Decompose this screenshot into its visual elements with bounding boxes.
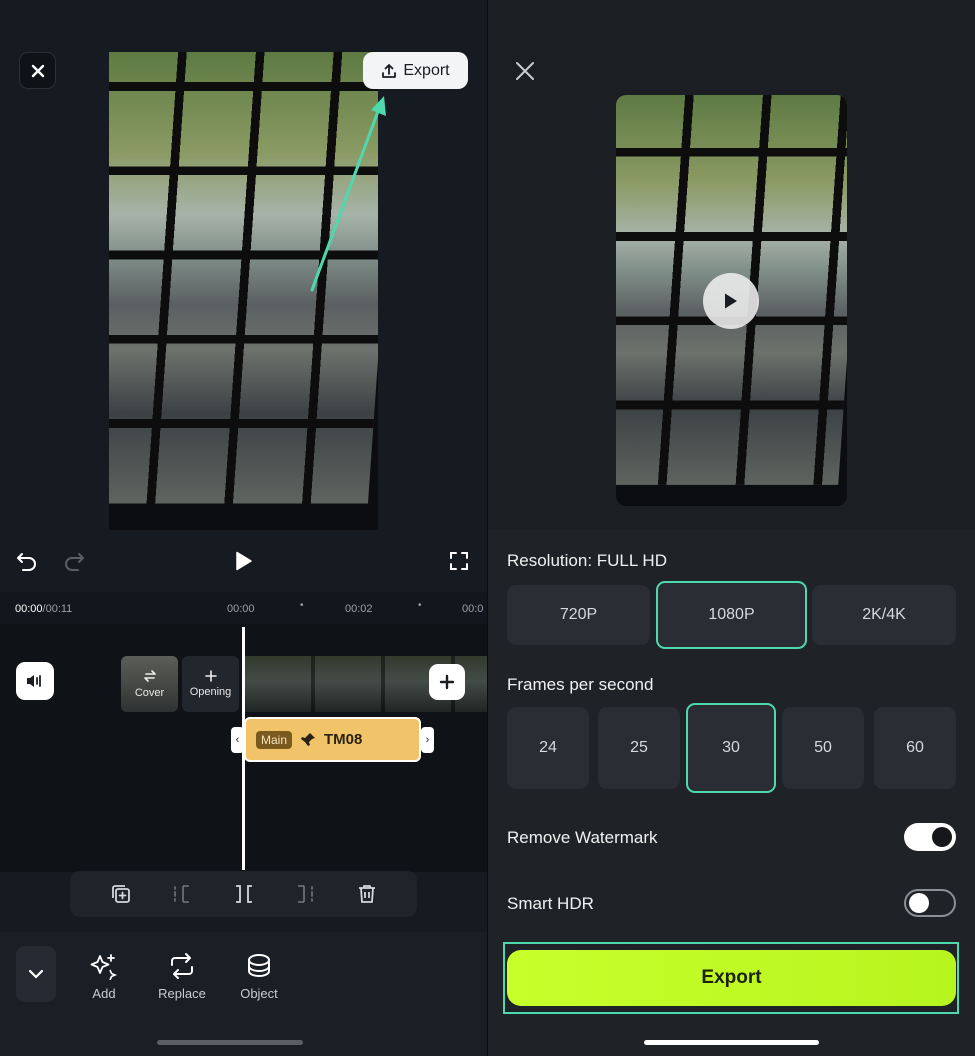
replace-tool-label: Replace — [158, 986, 206, 1001]
object-icon — [248, 954, 270, 978]
mute-button[interactable] — [16, 662, 54, 700]
home-indicator — [157, 1040, 303, 1045]
editor-panel: Export 00:00/00:11 00:00 • 00:02 • 00:0 … — [0, 0, 487, 1056]
fps-option-60[interactable]: 60 — [874, 707, 956, 789]
cover-label: Cover — [134, 687, 165, 699]
duplicate-button[interactable] — [109, 882, 133, 906]
upload-icon — [382, 63, 397, 78]
tick-dot: • — [300, 600, 304, 611]
duplicate-icon — [112, 885, 130, 903]
pointer-arrow — [310, 96, 386, 292]
tick-label: 00:02 — [345, 603, 373, 615]
timeline-ruler: 00:00/00:11 00:00 • 00:02 • 00:0 — [0, 592, 487, 624]
close-button[interactable] — [19, 52, 56, 89]
export-button[interactable]: Export — [363, 52, 468, 89]
resolution-option-2k4k[interactable]: 2K/4K — [812, 585, 956, 645]
close-button[interactable] — [512, 58, 538, 84]
home-indicator — [644, 1040, 819, 1045]
object-tool-label: Object — [240, 986, 278, 1001]
fullscreen-button[interactable] — [447, 549, 471, 573]
plus-icon — [204, 670, 217, 682]
trim-start-icon — [174, 885, 189, 903]
chevron-down-icon — [28, 969, 44, 979]
clip-right-handle[interactable]: › — [421, 727, 434, 753]
export-label: Export — [403, 61, 450, 79]
split-icon — [236, 885, 252, 903]
smart-hdr-toggle[interactable] — [904, 889, 956, 917]
clip-tag: Main — [256, 730, 293, 749]
play-button[interactable] — [232, 549, 256, 573]
delete-button[interactable] — [355, 882, 379, 906]
undo-button[interactable] — [15, 548, 39, 572]
play-icon — [236, 551, 252, 571]
plus-icon — [439, 674, 455, 690]
toggle-knob — [932, 827, 952, 847]
tick-dot: • — [418, 600, 422, 611]
toggle-knob — [909, 893, 929, 913]
add-tool-label: Add — [92, 986, 116, 1001]
swap-icon — [143, 670, 156, 682]
fps-option-50[interactable]: 50 — [782, 707, 864, 789]
cover-tile[interactable]: Cover — [121, 656, 178, 712]
smart-hdr-label: Smart HDR — [507, 894, 594, 913]
clip-edit-toolbar — [70, 871, 417, 917]
resolution-option-720p[interactable]: 720P — [507, 585, 650, 645]
trim-end-icon — [298, 885, 313, 903]
watermark-toggle[interactable] — [904, 823, 956, 851]
undo-icon — [17, 553, 36, 571]
opening-tile[interactable]: Opening — [182, 656, 239, 712]
replace-icon — [171, 953, 193, 979]
redo-icon — [65, 553, 84, 571]
close-icon — [31, 64, 44, 77]
add-clip-button[interactable] — [429, 664, 465, 700]
trim-start-button[interactable] — [170, 882, 194, 906]
speaker-icon — [27, 675, 41, 687]
fps-option-24[interactable]: 24 — [507, 707, 589, 789]
fullscreen-icon — [450, 552, 468, 570]
play-icon — [725, 293, 737, 309]
export-settings-panel: Resolution: FULL HD 720P 1080P 2K/4K Fra… — [488, 0, 975, 1056]
redo-button[interactable] — [62, 548, 86, 572]
trash-icon — [359, 885, 375, 903]
sparkle-add-icon — [90, 954, 118, 980]
opening-label: Opening — [189, 686, 232, 698]
split-button[interactable] — [232, 882, 256, 906]
watermark-label: Remove Watermark — [507, 828, 658, 847]
resolution-label: Resolution: FULL HD — [507, 551, 667, 570]
tick-label: 00:0 — [462, 603, 484, 615]
resolution-option-1080p[interactable]: 1080P — [656, 581, 807, 649]
fps-option-25[interactable]: 25 — [598, 707, 680, 789]
tick-label: 00:00 — [227, 603, 255, 615]
preview-play-button[interactable] — [703, 273, 759, 329]
collapse-button[interactable] — [16, 946, 56, 1002]
replace-tool[interactable]: Replace — [147, 952, 217, 1001]
fps-option-30[interactable]: 30 — [686, 703, 776, 793]
fps-label: Frames per second — [507, 675, 654, 694]
add-tool[interactable]: Add — [69, 952, 139, 1001]
close-icon — [516, 62, 534, 80]
object-tool[interactable]: Object — [224, 952, 294, 1001]
clip-title: TM08 — [324, 731, 363, 748]
playhead[interactable] — [242, 627, 245, 870]
pin-icon — [301, 732, 316, 746]
current-time: 00:00/00:11 — [15, 603, 73, 615]
export-confirm-button[interactable]: Export — [507, 950, 956, 1006]
template-clip[interactable]: Main TM08 — [244, 717, 421, 762]
trim-end-button[interactable] — [293, 882, 317, 906]
